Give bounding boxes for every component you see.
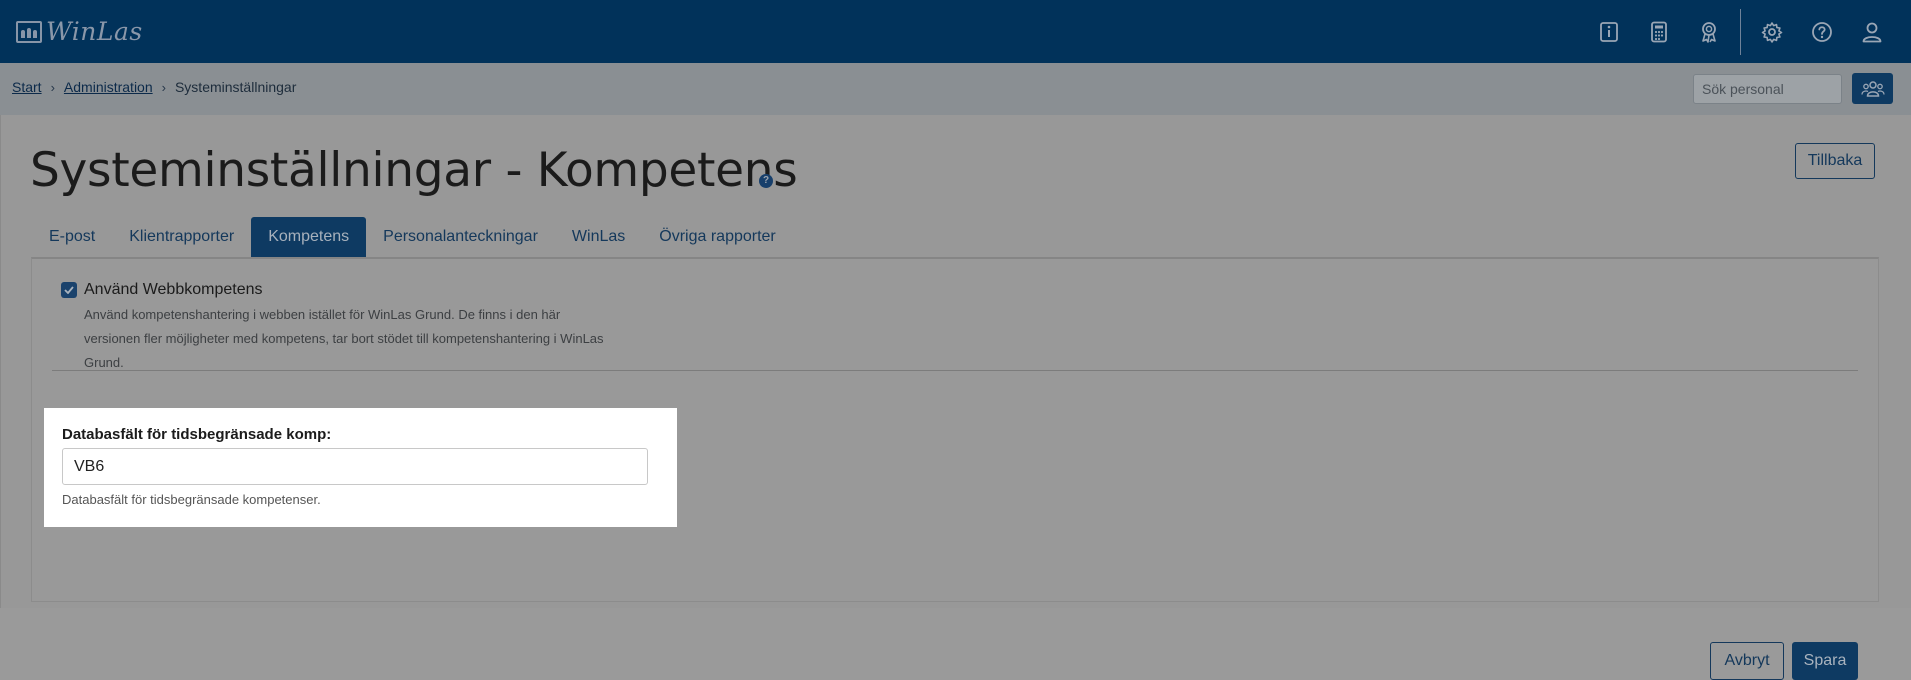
db-field-label: Databasfält för tidsbegränsade komp: xyxy=(62,426,332,443)
breadcrumb-bar: Start › Administration › Systeminställni… xyxy=(0,63,1911,115)
help-circle-icon[interactable] xyxy=(1797,0,1847,63)
award-icon[interactable] xyxy=(1684,0,1734,63)
web-competence-help: Använd kompetenshantering i webben istäl… xyxy=(84,303,664,375)
section-divider xyxy=(52,370,1858,371)
calculator-icon[interactable] xyxy=(1634,0,1684,63)
breadcrumb-current: Systeminställningar xyxy=(174,79,297,95)
settings-tabs: E-post Klientrapporter Kompetens Persona… xyxy=(32,217,793,257)
tab-kompetens[interactable]: Kompetens xyxy=(251,217,367,257)
cancel-button[interactable]: Avbryt xyxy=(1710,642,1784,680)
brand-name: WinLas xyxy=(46,17,143,46)
save-button[interactable]: Spara xyxy=(1792,642,1858,680)
tab-ovriga-rapporter[interactable]: Övriga rapporter xyxy=(642,217,793,257)
tab-klientrapporter[interactable]: Klientrapporter xyxy=(112,217,251,257)
tab-e-post[interactable]: E-post xyxy=(32,217,112,257)
info-icon[interactable] xyxy=(1584,0,1634,63)
question-icon[interactable]: ? xyxy=(759,174,773,188)
top-icon-group xyxy=(1584,0,1897,63)
page-title: Systeminställningar - Kompetens xyxy=(30,143,798,198)
db-field-help: Databasfält för tidsbegränsade kompetens… xyxy=(62,492,321,507)
help-line: Använd kompetenshantering i webben istäl… xyxy=(84,307,561,322)
breadcrumb-start[interactable]: Start xyxy=(12,79,42,95)
gear-icon[interactable] xyxy=(1747,0,1797,63)
brand-logo[interactable]: WinLas xyxy=(16,17,143,46)
breadcrumb-separator: › xyxy=(50,79,55,95)
logo-icon xyxy=(16,20,42,43)
top-navbar: WinLas xyxy=(0,0,1911,63)
tab-winlas[interactable]: WinLas xyxy=(555,217,642,257)
web-competence-checkbox[interactable] xyxy=(61,282,77,298)
search-personnel-input[interactable] xyxy=(1693,74,1842,104)
breadcrumb-separator: › xyxy=(161,79,166,95)
back-button[interactable]: Tillbaka xyxy=(1795,143,1875,179)
breadcrumb: Start › Administration › Systeminställni… xyxy=(12,79,296,95)
user-icon[interactable] xyxy=(1847,0,1897,63)
help-line: Grund. xyxy=(84,355,124,370)
help-line: versionen fler möjligheter med kompetens… xyxy=(84,331,604,346)
personnel-search-button[interactable] xyxy=(1852,73,1893,104)
db-field-card: Databasfält för tidsbegränsade komp: Dat… xyxy=(44,408,677,527)
tab-personalanteckningar[interactable]: Personalanteckningar xyxy=(366,217,555,257)
web-competence-label: Använd Webbkompetens xyxy=(84,281,263,298)
users-icon xyxy=(1860,80,1885,97)
topbar-divider xyxy=(1740,8,1741,55)
db-field-input[interactable] xyxy=(62,448,648,485)
check-icon xyxy=(64,286,74,294)
main-content: Systeminställningar - Kompetens ? Tillba… xyxy=(0,115,1911,680)
breadcrumb-administration[interactable]: Administration xyxy=(64,79,153,95)
